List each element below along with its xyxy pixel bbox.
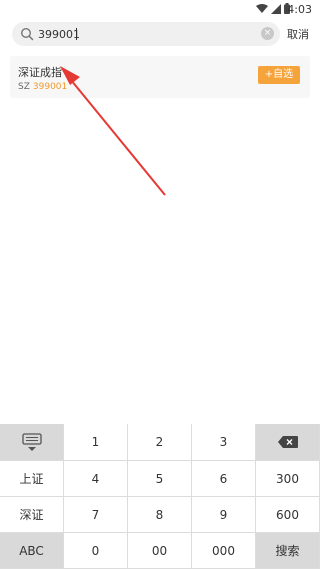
status-bar: 4:03: [0, 0, 320, 20]
status-icons: [256, 3, 290, 14]
search-box[interactable]: ×: [12, 22, 280, 46]
search-result-item[interactable]: 深证成指 SZ 399001 +自选: [10, 56, 310, 98]
key-shanghai[interactable]: 上证: [0, 461, 64, 497]
key-4[interactable]: 4: [64, 461, 128, 497]
clear-icon[interactable]: ×: [261, 27, 274, 40]
backspace-icon: [277, 436, 298, 448]
keyboard-hide-icon: [21, 433, 42, 451]
key-abc[interactable]: ABC: [0, 533, 64, 569]
key-00[interactable]: 00: [128, 533, 192, 569]
cancel-button[interactable]: 取消: [287, 26, 309, 42]
wifi-icon: [256, 3, 268, 13]
search-icon: [20, 27, 34, 41]
search-input[interactable]: [38, 26, 258, 42]
key-3[interactable]: 3: [192, 424, 256, 461]
stock-market-code: SZ 399001: [18, 82, 67, 92]
search-row: × 取消: [0, 20, 320, 48]
key-2[interactable]: 2: [128, 424, 192, 461]
add-to-watchlist-button[interactable]: +自选: [258, 66, 300, 84]
key-5[interactable]: 5: [128, 461, 192, 497]
key-0[interactable]: 0: [64, 533, 128, 569]
search-key[interactable]: 搜索: [256, 533, 320, 569]
keyboard-hide-key[interactable]: [0, 424, 64, 461]
key-9[interactable]: 9: [192, 497, 256, 533]
key-8[interactable]: 8: [128, 497, 192, 533]
key-300[interactable]: 300: [256, 461, 320, 497]
text-caret: [76, 28, 77, 40]
key-000[interactable]: 000: [192, 533, 256, 569]
key-1[interactable]: 1: [64, 424, 128, 461]
stock-code: 399001: [32, 82, 68, 92]
stock-name: 深证成指: [18, 66, 62, 79]
backspace-key[interactable]: [256, 424, 320, 461]
signal-icon: [271, 3, 281, 14]
numeric-keyboard: 1 2 3 上证 4 5 6 300 深证 7 8 9 600 ABC 0 00…: [0, 424, 320, 569]
key-shenzhen[interactable]: 深证: [0, 497, 64, 533]
key-6[interactable]: 6: [192, 461, 256, 497]
key-600[interactable]: 600: [256, 497, 320, 533]
stock-market: SZ: [18, 82, 30, 92]
status-time: 4:03: [287, 3, 312, 16]
key-7[interactable]: 7: [64, 497, 128, 533]
